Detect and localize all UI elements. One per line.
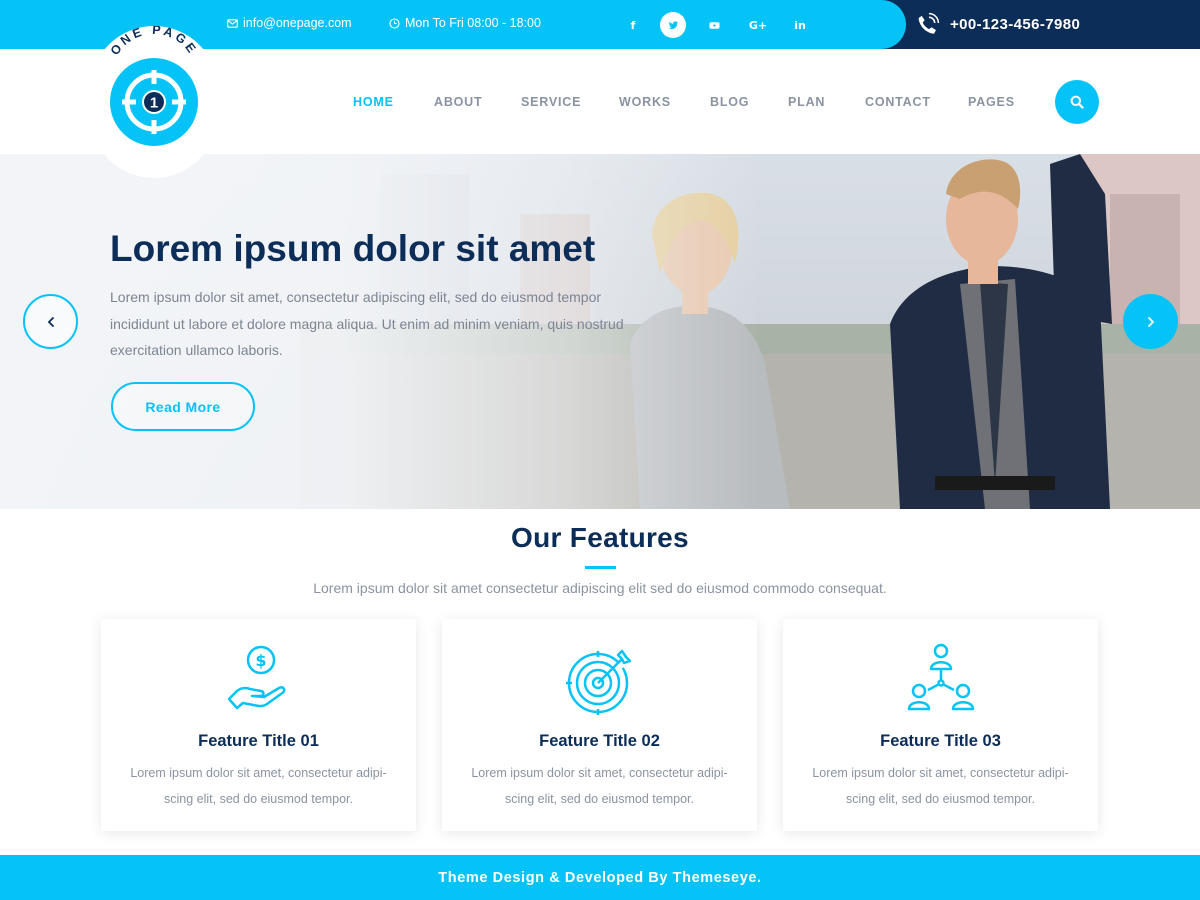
footer-credit[interactable]: Theme Design & Developed By Themeseye. bbox=[438, 870, 761, 886]
svg-text:ONE PAGE: ONE PAGE bbox=[108, 26, 201, 58]
nav-item-contact[interactable]: CONTACT bbox=[865, 95, 931, 109]
feature-card-2[interactable]: Feature Title 02 Lorem ipsum dolor sit a… bbox=[442, 619, 757, 831]
slider-prev-button[interactable] bbox=[23, 294, 78, 349]
google-plus-icon[interactable]: G+ bbox=[745, 12, 771, 38]
top-email[interactable]: info@onepage.com bbox=[227, 16, 352, 30]
phone-number[interactable]: +00-123-456-7980 bbox=[914, 11, 1080, 38]
envelope-icon bbox=[227, 18, 238, 28]
nav-item-plan[interactable]: PLAN bbox=[788, 95, 825, 109]
target-icon bbox=[566, 649, 632, 715]
nav-item-works[interactable]: WORKS bbox=[619, 95, 671, 109]
feature-title: Feature Title 01 bbox=[198, 732, 319, 750]
nav-item-service[interactable]: SERVICE bbox=[521, 95, 581, 109]
site-logo[interactable]: ONE PAGE 1 bbox=[90, 26, 218, 178]
phone-text: +00-123-456-7980 bbox=[950, 16, 1081, 33]
nav-item-pages[interactable]: PAGES bbox=[968, 95, 1015, 109]
facebook-icon[interactable]: f bbox=[620, 12, 646, 38]
chevron-right-icon bbox=[1147, 316, 1154, 327]
nav-item-blog[interactable]: BLOG bbox=[710, 95, 749, 109]
svg-text:$: $ bbox=[255, 651, 266, 670]
logo-text: ONE PAGE bbox=[108, 26, 197, 58]
features-subtitle: Lorem ipsum dolor sit amet consectetur a… bbox=[313, 580, 887, 596]
feature-text: Lorem ipsum dolor sit amet, consectetur … bbox=[130, 766, 387, 806]
features-title: Our Features bbox=[511, 522, 689, 553]
chevron-left-icon bbox=[47, 316, 54, 327]
search-icon bbox=[1070, 95, 1084, 109]
read-more-button[interactable]: Read More bbox=[111, 382, 255, 431]
feature-title: Feature Title 02 bbox=[539, 732, 660, 750]
twitter-icon[interactable] bbox=[660, 12, 686, 38]
phone-icon bbox=[918, 12, 940, 34]
feature-title: Feature Title 03 bbox=[880, 732, 1001, 750]
money-hand-icon: $ bbox=[227, 645, 286, 710]
top-hours: Mon To Fri 08:00 - 18:00 bbox=[389, 16, 541, 30]
top-hours-text: Mon To Fri 08:00 - 18:00 bbox=[405, 16, 541, 30]
target-logo-icon: ONE PAGE 1 bbox=[108, 26, 201, 146]
hero-title: Lorem ipsum dolor sit amet bbox=[110, 228, 596, 269]
feature-card-3[interactable]: Feature Title 03 Lorem ipsum dolor sit a… bbox=[783, 619, 1098, 831]
feature-card-1[interactable]: $ Feature Title 01 Lorem ipsum dolor sit… bbox=[101, 619, 416, 831]
top-email-text: info@onepage.com bbox=[243, 16, 352, 30]
site-footer: Theme Design & Developed By Themeseye. bbox=[0, 855, 1200, 900]
logo-number: 1 bbox=[150, 95, 158, 112]
search-button[interactable] bbox=[1055, 80, 1099, 124]
team-network-icon bbox=[907, 643, 975, 711]
hero-slider: Lorem ipsum dolor sit amet Lorem ipsum d… bbox=[0, 154, 1200, 509]
slider-next-button[interactable] bbox=[1123, 294, 1178, 349]
nav-item-about[interactable]: ABOUT bbox=[434, 95, 482, 109]
youtube-icon[interactable] bbox=[701, 12, 727, 38]
nav-item-home[interactable]: HOME bbox=[353, 95, 394, 109]
feature-text: Lorem ipsum dolor sit amet, consectetur … bbox=[812, 766, 1069, 806]
hero-description: Lorem ipsum dolor sit amet, consectetur … bbox=[110, 289, 624, 358]
linkedin-icon[interactable]: in bbox=[787, 12, 813, 38]
feature-text: Lorem ipsum dolor sit amet, consectetur … bbox=[471, 766, 728, 806]
clock-icon bbox=[389, 17, 400, 29]
features-title-underline bbox=[585, 566, 616, 569]
